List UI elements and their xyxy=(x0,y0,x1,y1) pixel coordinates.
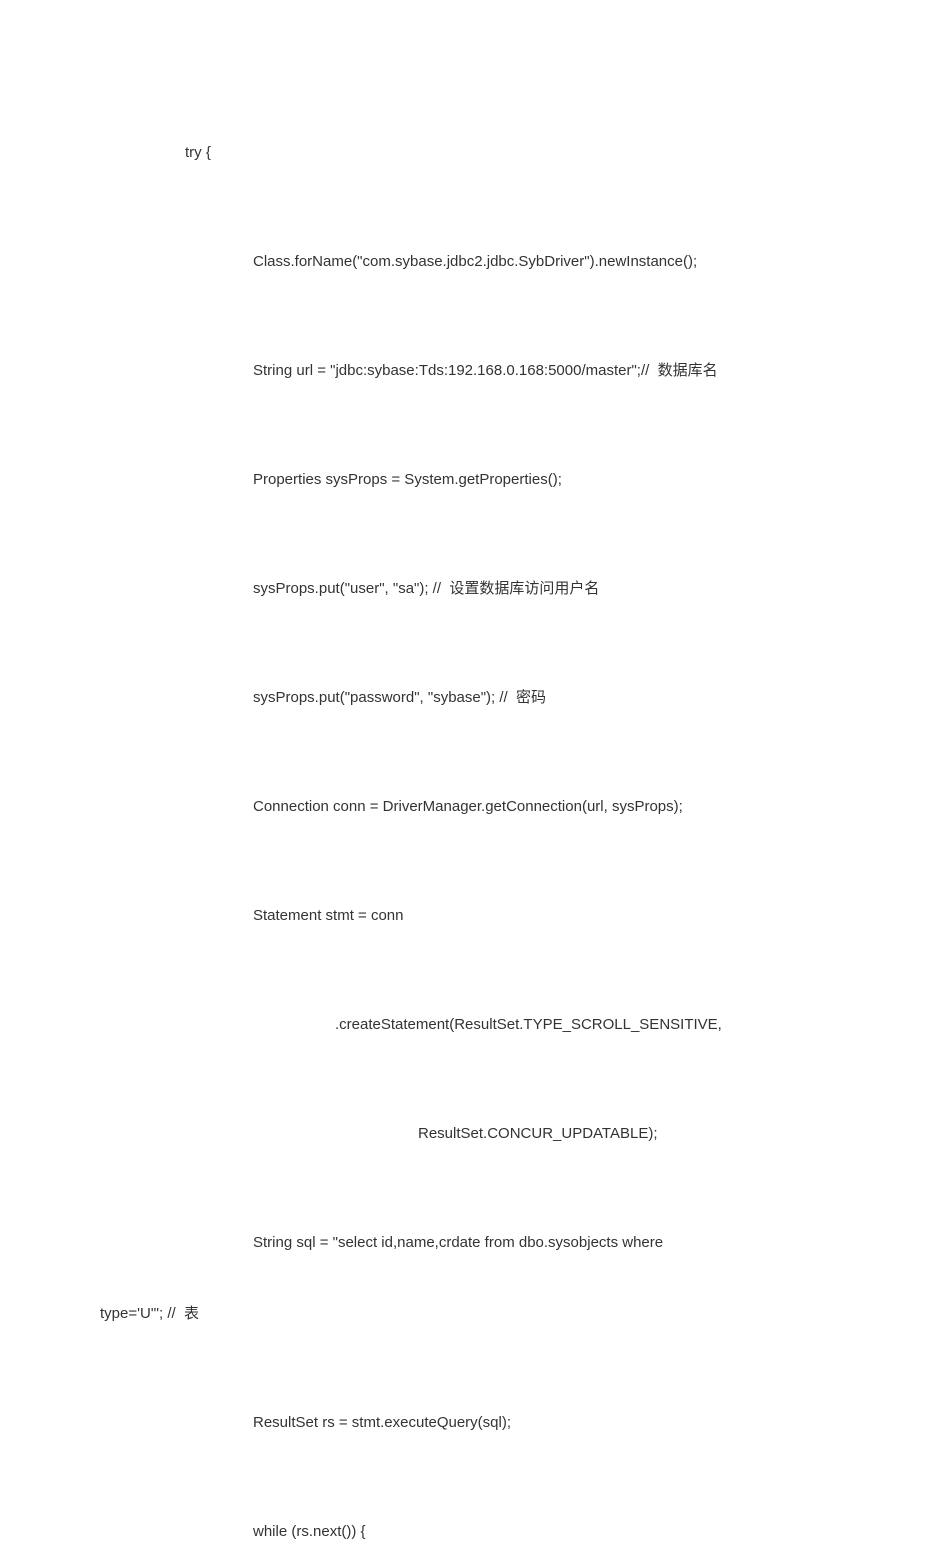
code-line: .createStatement(ResultSet.TYPE_SCROLL_S… xyxy=(100,1014,865,1035)
code-line: String url = "jdbc:sybase:Tds:192.168.0.… xyxy=(100,360,865,381)
code-block: try { Class.forName("com.sybase.jdbc2.jd… xyxy=(100,100,865,1563)
code-line: Statement stmt = conn xyxy=(100,905,865,926)
code-line: try { xyxy=(100,142,865,163)
code-line: String sql = "select id,name,crdate from… xyxy=(100,1232,865,1253)
code-line: Connection conn = DriverManager.getConne… xyxy=(100,796,865,817)
code-line: while (rs.next()) { xyxy=(100,1521,865,1542)
code-line: ResultSet.CONCUR_UPDATABLE); xyxy=(100,1123,865,1144)
code-line: sysProps.put("user", "sa"); // 设置数据库访问用户… xyxy=(100,578,865,599)
code-line: Properties sysProps = System.getProperti… xyxy=(100,469,865,490)
code-line: Class.forName("com.sybase.jdbc2.jdbc.Syb… xyxy=(100,251,865,272)
code-line: ResultSet rs = stmt.executeQuery(sql); xyxy=(100,1412,865,1433)
code-line-continuation: type='U'"; // 表 xyxy=(100,1303,865,1324)
code-line: sysProps.put("password", "sybase"); // 密… xyxy=(100,687,865,708)
